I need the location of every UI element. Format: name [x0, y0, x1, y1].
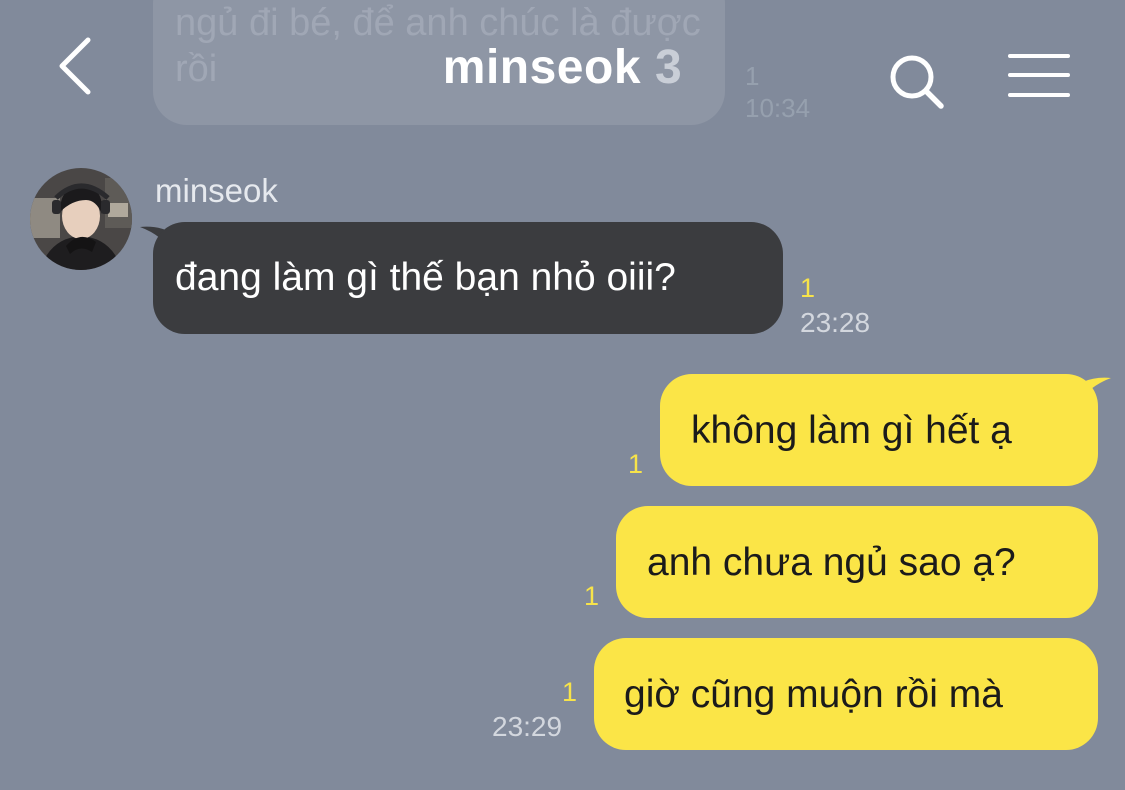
hamburger-line — [1008, 93, 1070, 97]
unread-count: 1 — [800, 273, 816, 303]
member-count: 3 — [655, 41, 683, 94]
outgoing-message-bubble[interactable]: không làm gì hết ạ — [660, 374, 1098, 486]
hamburger-line — [1008, 73, 1070, 77]
unread-count: 1 — [562, 677, 578, 707]
incoming-message-bubble[interactable]: đang làm gì thế bạn nhỏ oiii? — [153, 222, 783, 334]
chat-name: minseok — [442, 41, 642, 94]
unread-count: 1 — [584, 581, 600, 611]
unread-count: 1 — [628, 449, 644, 479]
sender-name: minseok — [155, 172, 278, 209]
message-text: đang làm gì thế bạn nhỏ oiii? — [175, 256, 676, 299]
message-text: anh chưa ngủ sao ạ? — [647, 541, 1016, 584]
message-text: không làm gì hết ạ — [691, 409, 1012, 452]
avatar[interactable] — [30, 168, 132, 270]
chat-screen: ngủ đi bé, để anh chúc là được rồi 1 10:… — [0, 0, 1125, 790]
outgoing-message-bubble[interactable]: giờ cũng muộn rồi mà — [594, 638, 1098, 750]
search-icon — [890, 55, 944, 109]
chat-title: minseok 3 — [0, 40, 1125, 95]
message-text: giờ cũng muộn rồi mà — [624, 673, 1003, 716]
chat-header: minseok 3 — [0, 0, 1125, 140]
message-timestamp: 23:28 — [800, 307, 871, 338]
menu-button[interactable] — [1008, 52, 1074, 102]
avatar-photo — [30, 168, 132, 270]
message-timestamp: 23:29 — [492, 711, 563, 742]
search-button[interactable] — [885, 50, 950, 115]
hamburger-menu-icon — [1008, 54, 1070, 58]
outgoing-message-bubble[interactable]: anh chưa ngủ sao ạ? — [616, 506, 1098, 618]
